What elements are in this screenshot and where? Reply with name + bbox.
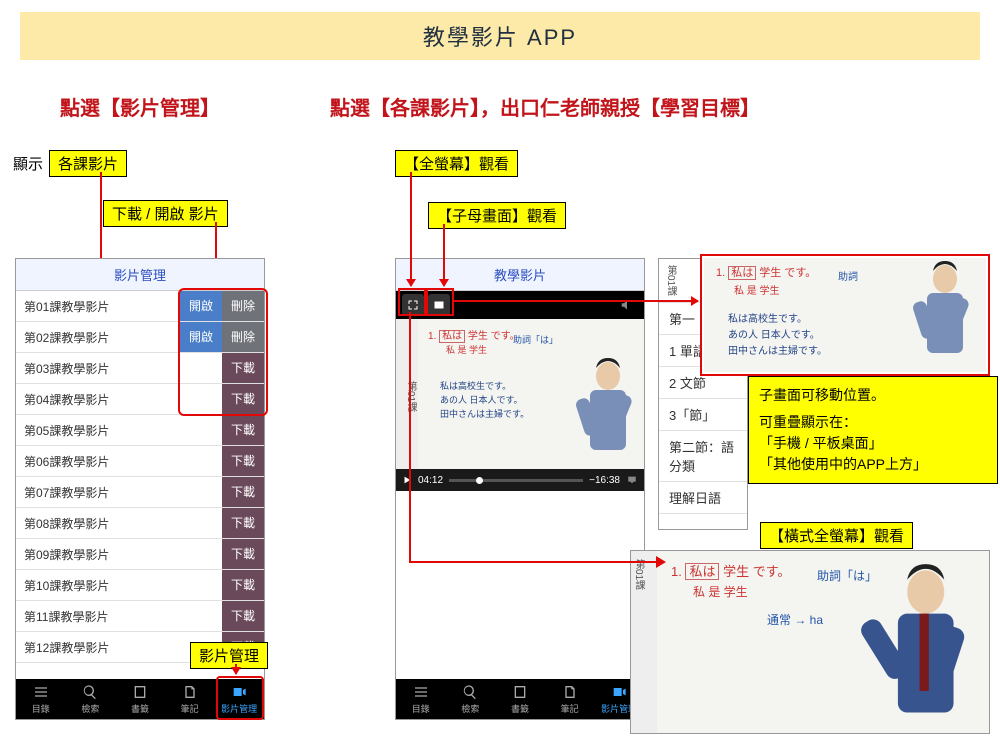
yellow-info-panel: 子畫面可移動位置。 可重疊顯示在： 「手機 / 平板桌面」 「其他使用中的APP… — [748, 376, 998, 484]
right-row-3: 第二節：語分類 — [659, 431, 747, 482]
pip-window[interactable]: 1. 私は 学生 です。 私 是 学生 助詞 私は高校生です。 あの人 日本人で… — [700, 254, 990, 376]
list-item[interactable]: 第05課教學影片下載 — [16, 415, 264, 446]
lessons-yellow-label: 各課影片 — [49, 150, 127, 177]
player-bar[interactable]: 04:12 −16:38 — [396, 469, 644, 491]
list-item-name: 第06課教學影片 — [16, 453, 222, 470]
video-manage-yellow-label: 影片管理 — [190, 642, 268, 669]
arrow-fullscreen — [410, 172, 412, 286]
list-item-name: 第07課教學影片 — [16, 484, 222, 501]
tab-note[interactable]: 筆記 — [165, 679, 215, 719]
landscape-window[interactable]: 第01課 1. 私は 学生 です。 私 是 学生 助詞「は」 通常 → ha — [630, 550, 990, 734]
list-item-name: 第08課教學影片 — [16, 515, 222, 532]
list-item[interactable]: 第09課教學影片下載 — [16, 539, 264, 570]
arrow-manage — [235, 664, 237, 674]
mute-icon[interactable] — [616, 294, 638, 316]
fullscreen-yellow-label: 【全螢幕】觀看 — [395, 150, 518, 177]
tab2-bookmark[interactable]: 書籤 — [495, 679, 545, 719]
tab2-search[interactable]: 檢索 — [446, 679, 496, 719]
tab-toc[interactable]: 目錄 — [16, 679, 66, 719]
download-button[interactable]: 下載 — [222, 601, 264, 631]
tabbar2: 目錄 檢索 書籤 筆記 影片管理 — [396, 679, 644, 719]
redbox-tab — [216, 676, 264, 720]
display-label: 顯示 — [13, 153, 43, 174]
pip-yellow-label: 【子母畫面】觀看 — [428, 202, 566, 229]
arrow-pip — [443, 224, 445, 286]
right-heading: 點選【各課影片】，出口仁老師親授【學習目標】 — [330, 92, 760, 121]
right-row-4: 理解日語 — [659, 482, 747, 514]
left-heading: 點選【影片管理】 — [60, 92, 220, 121]
redbox-pip-icon — [426, 288, 454, 316]
download-button[interactable]: 下載 — [222, 508, 264, 538]
tab2-toc[interactable]: 目錄 — [396, 679, 446, 719]
list-item-name: 第10課教學影片 — [16, 577, 222, 594]
redbox-buttons — [178, 288, 268, 416]
dl-open-yellow-label: 下載 / 開啟 影片 — [103, 200, 228, 227]
phone2-header: 教學影片 — [396, 259, 644, 291]
download-button[interactable]: 下載 — [222, 415, 264, 445]
list-item-name: 第05課教學影片 — [16, 422, 222, 439]
airplay-icon[interactable] — [626, 475, 638, 485]
arrow-to-pip — [452, 300, 698, 302]
list-item[interactable]: 第10課教學影片下載 — [16, 570, 264, 601]
list-item[interactable]: 第11課教學影片下載 — [16, 601, 264, 632]
list-item[interactable]: 第06課教學影片下載 — [16, 446, 264, 477]
lesson-side-label: 第01課 — [396, 319, 418, 469]
tab-bookmark[interactable]: 書籤 — [115, 679, 165, 719]
download-button[interactable]: 下載 — [222, 446, 264, 476]
video-whiteboard: 1. 私は 学生 です。 私 是 学生 助詞「は」 私は高校生です。 あの人 日… — [418, 319, 644, 469]
page-title: 教學影片 APP — [20, 12, 980, 60]
download-button[interactable]: 下載 — [222, 477, 264, 507]
landscape-yellow-label: 【橫式全螢幕】觀看 — [760, 522, 913, 549]
tab-search[interactable]: 檢索 — [66, 679, 116, 719]
right-row-2[interactable]: 3「節」 — [659, 399, 747, 431]
download-button[interactable]: 下載 — [222, 570, 264, 600]
list-item[interactable]: 第07課教學影片下載 — [16, 477, 264, 508]
list-item[interactable]: 第08課教學影片下載 — [16, 508, 264, 539]
tab2-note[interactable]: 筆記 — [545, 679, 595, 719]
play-icon[interactable] — [402, 475, 412, 485]
phone1-header: 影片管理 — [16, 259, 264, 291]
list-item-name: 第01課教學影片 — [16, 298, 180, 315]
list-item-name: 第09課教學影片 — [16, 546, 222, 563]
list-item-name: 第11課教學影片 — [16, 608, 222, 625]
download-button[interactable]: 下載 — [222, 539, 264, 569]
list-item-name: 第02課教學影片 — [16, 329, 180, 346]
phone-video-player: 教學影片 第01課 1. 私は 学生 です。 私 是 学生 助詞「は」 私は高校… — [395, 258, 645, 720]
teacher-figure — [568, 354, 638, 469]
redbox-fullscreen-icon — [398, 288, 426, 316]
